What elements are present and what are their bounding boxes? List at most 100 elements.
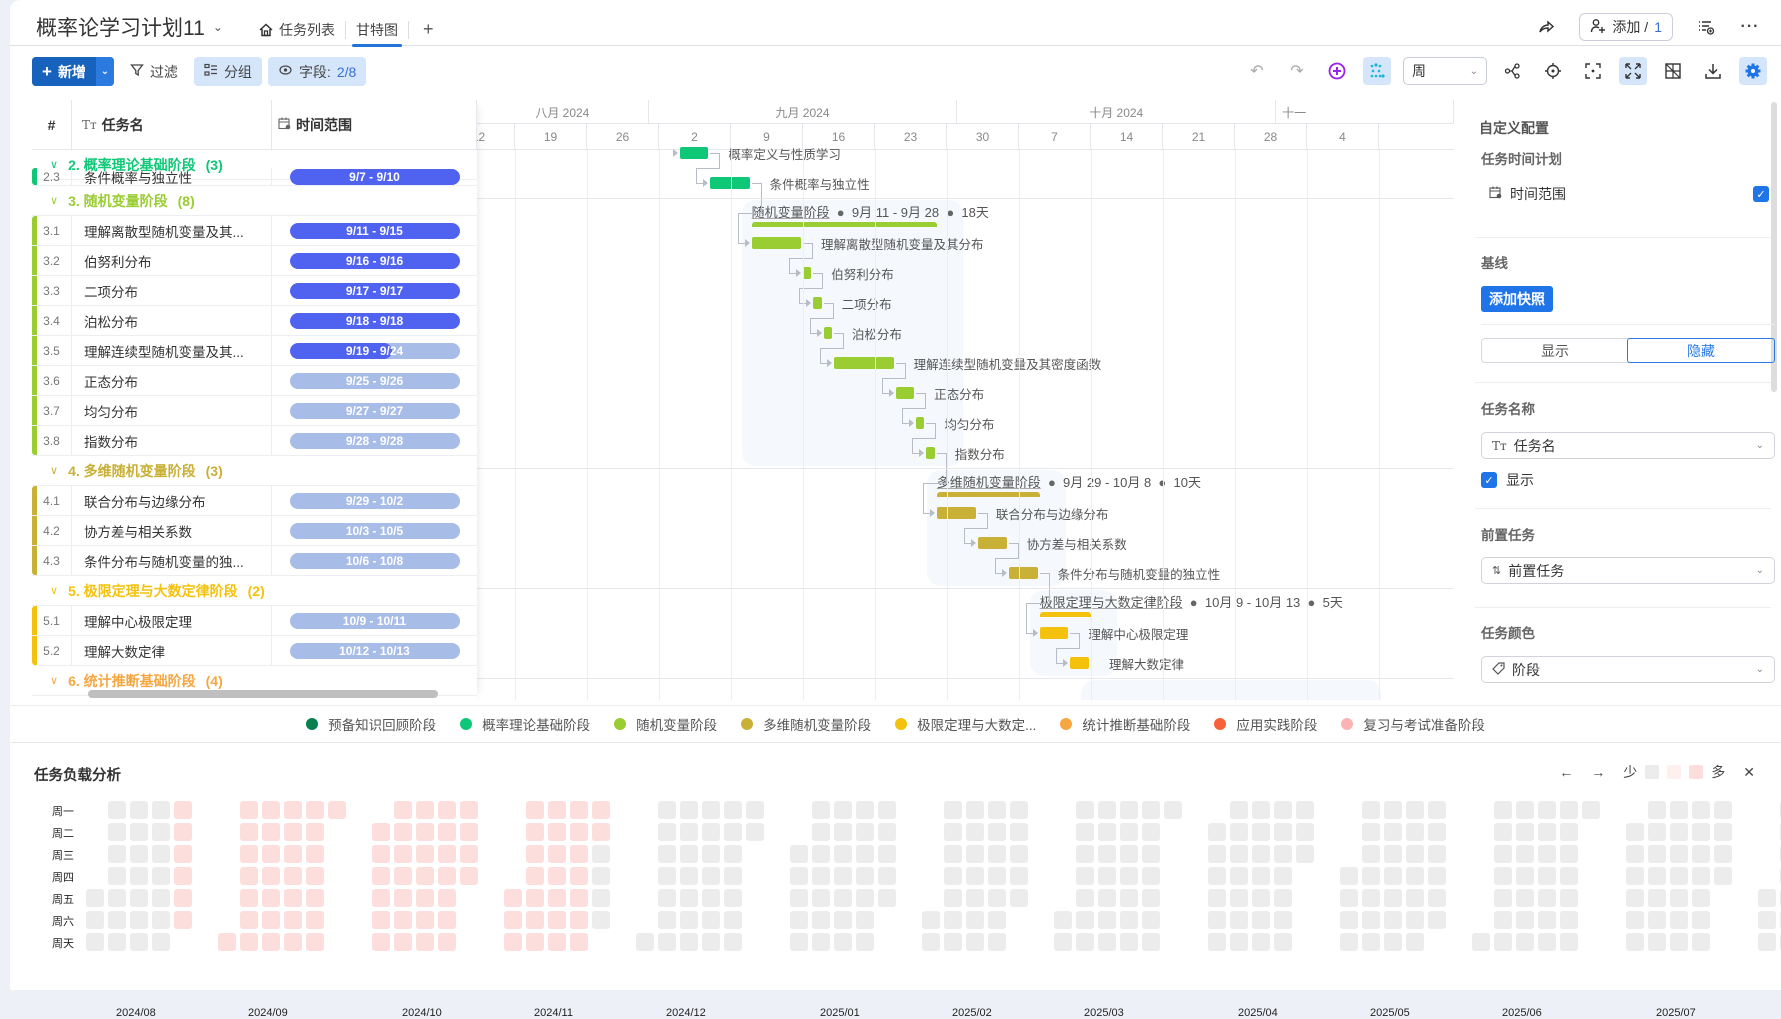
table-row[interactable]: 3.1 理解离散型随机变量及其... 9/11 - 9/15 [32,216,477,246]
view-scale-select[interactable]: 周 ⌄ [1403,57,1487,85]
time-range-pill[interactable]: 10/9 - 10/11 [289,612,460,629]
heatmap-cell[interactable] [1252,823,1270,841]
heatmap-cell[interactable] [130,801,148,819]
heatmap-cell[interactable] [1076,845,1094,863]
heatmap-cell[interactable] [416,911,434,929]
heatmap-cell[interactable] [702,823,720,841]
task-name-cell[interactable]: 均匀分布 [72,396,272,425]
heatmap-cell[interactable] [394,889,412,907]
heatmap-cell[interactable] [944,911,962,929]
heatmap-cell[interactable] [240,911,258,929]
heatmap-cell[interactable] [1406,823,1424,841]
heatmap-cell[interactable] [1384,845,1402,863]
heatmap-cell[interactable] [438,889,456,907]
heatmap-cell[interactable] [966,823,984,841]
heatmap-cell[interactable] [1670,801,1688,819]
time-range-cell[interactable]: 9/18 - 9/18 [272,306,477,335]
heatmap-cell[interactable] [834,933,852,951]
heatmap-cell[interactable] [944,867,962,885]
table-row[interactable]: 5.2 理解大数定律 10/12 - 10/13 [32,636,477,666]
heatmap-cell[interactable] [1472,933,1490,951]
heatmap-cell[interactable] [1362,845,1380,863]
heatmap-cell[interactable] [1516,845,1534,863]
heatmap-cell[interactable] [834,801,852,819]
heatmap-cell[interactable] [438,845,456,863]
heatmap-cell[interactable] [1560,867,1578,885]
heatmap-cell[interactable] [1340,911,1358,929]
heatmap-cell[interactable] [1208,823,1226,841]
heatmap-cell[interactable] [680,801,698,819]
heatmap-cell[interactable] [790,845,808,863]
heatmap-cell[interactable] [416,867,434,885]
heatmap-cell[interactable] [1142,933,1160,951]
time-range-cell[interactable]: 10/12 - 10/13 [272,636,477,665]
heatmap-cell[interactable] [966,911,984,929]
heatmap-cell[interactable] [1274,889,1292,907]
heatmap-cell[interactable] [306,933,324,951]
heatmap-cell[interactable] [680,911,698,929]
heatmap-cell[interactable] [1010,889,1028,907]
heatmap-cell[interactable] [1252,801,1270,819]
heatmap-cell[interactable] [416,801,434,819]
heatmap-cell[interactable] [1274,933,1292,951]
heatmap-cell[interactable] [130,867,148,885]
heatmap-cell[interactable] [702,845,720,863]
heatmap-cell[interactable] [460,867,478,885]
share-icon[interactable] [1535,16,1557,38]
heatmap-cell[interactable] [592,801,610,819]
heatmap-cell[interactable] [1098,867,1116,885]
heatmap-cell[interactable] [1538,933,1556,951]
heatmap-cell[interactable] [790,911,808,929]
heatmap-cell[interactable] [812,867,830,885]
fit-screen-icon[interactable] [1619,57,1647,85]
heatmap-cell[interactable] [680,933,698,951]
group-button[interactable]: 分组 [193,57,262,86]
tab-gantt[interactable]: 甘特图 [346,14,408,47]
heatmap-cell[interactable] [1692,867,1710,885]
heatmap-cell[interactable] [152,801,170,819]
heatmap-cell[interactable] [570,911,588,929]
heatmap-cell[interactable] [1406,801,1424,819]
heatmap-cell[interactable] [922,933,940,951]
heatmap-cell[interactable] [394,801,412,819]
heatmap-cell[interactable] [944,823,962,841]
heatmap-cell[interactable] [1340,933,1358,951]
heatmap-cell[interactable] [1384,867,1402,885]
heatmap-cell[interactable] [1692,801,1710,819]
heatmap-cell[interactable] [812,933,830,951]
critical-path-icon[interactable] [1363,57,1391,85]
heatmap-cell[interactable] [1296,845,1314,863]
heatmap-cell[interactable] [1626,889,1644,907]
table-row[interactable]: 3.3 二项分布 9/17 - 9/17 [32,276,477,306]
heatmap-cell[interactable] [702,801,720,819]
heatmap-cell[interactable] [306,889,324,907]
heatmap-cell[interactable] [570,889,588,907]
heatmap-cell[interactable] [856,889,874,907]
time-range-cell[interactable]: 10/6 - 10/8 [272,546,477,575]
heatmap-cell[interactable] [724,933,742,951]
heatmap-cell[interactable] [966,845,984,863]
heatmap-cell[interactable] [1120,911,1138,929]
heatmap-cell[interactable] [1648,933,1666,951]
heatmap-cell[interactable] [130,823,148,841]
chevron-down-icon[interactable]: ⌄ [213,20,223,34]
time-range-cell[interactable]: 9/25 - 9/26 [272,366,477,395]
heatmap-cell[interactable] [944,933,962,951]
heatmap-cell[interactable] [1274,867,1292,885]
heatmap-cell[interactable] [856,845,874,863]
name-show-checkbox[interactable]: ✓ [1481,472,1497,488]
heatmap-cell[interactable] [680,845,698,863]
heatmap-cell[interactable] [284,823,302,841]
heatmap-cell[interactable] [724,889,742,907]
heatmap-cell[interactable] [372,933,390,951]
heatmap-cell[interactable] [284,845,302,863]
list-settings-icon[interactable] [1695,16,1717,38]
heatmap-cell[interactable] [1494,823,1512,841]
heatmap-cell[interactable] [394,823,412,841]
heatmap-cell[interactable] [1208,889,1226,907]
heatmap-cell[interactable] [262,867,280,885]
table-row[interactable]: 3.6 正态分布 9/25 - 9/26 [32,366,477,396]
heatmap-cell[interactable] [1516,911,1534,929]
heatmap-cell[interactable] [1494,933,1512,951]
heatmap-cell[interactable] [856,823,874,841]
